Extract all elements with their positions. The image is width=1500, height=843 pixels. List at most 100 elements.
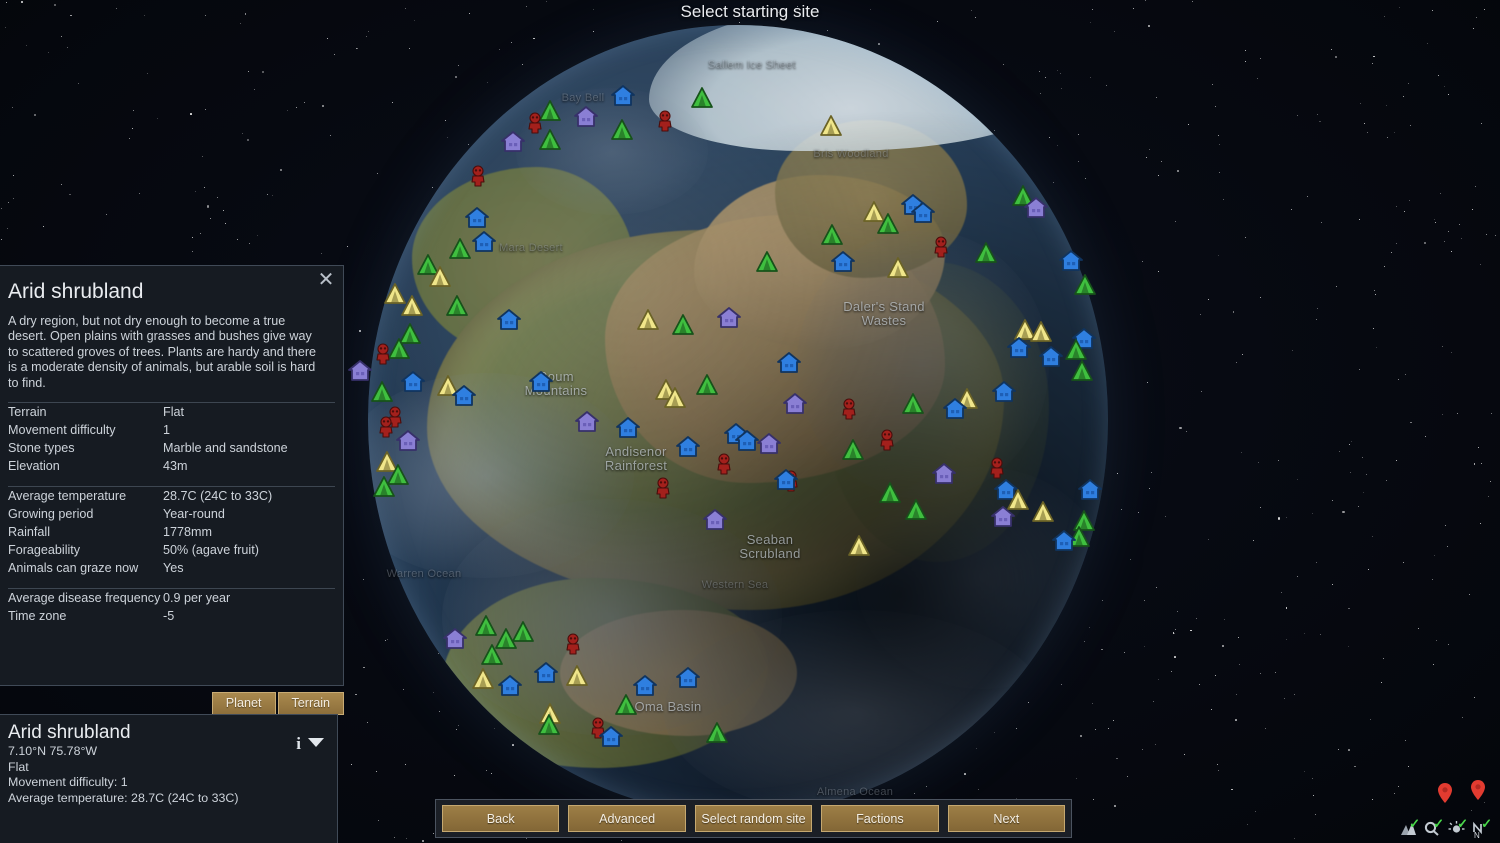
close-icon[interactable]: ✕ — [315, 270, 337, 292]
site-marker-camp[interactable] — [755, 250, 781, 274]
site-marker-camp[interactable] — [636, 308, 662, 332]
site-marker-settlement[interactable] — [1038, 345, 1064, 369]
site-marker-settlement[interactable] — [716, 306, 742, 330]
advanced-button[interactable]: Advanced — [568, 805, 686, 832]
site-marker-settlement[interactable] — [1077, 478, 1103, 502]
site-marker-settlement[interactable] — [931, 462, 957, 486]
site-marker-hostile[interactable] — [563, 633, 589, 657]
site-marker-hostile[interactable] — [373, 343, 399, 367]
site-marker-settlement[interactable] — [776, 351, 802, 375]
site-marker-settlement[interactable] — [497, 674, 523, 698]
star — [1395, 243, 1397, 245]
site-marker-settlement[interactable] — [528, 370, 554, 394]
chevron-down-icon[interactable] — [307, 735, 325, 753]
site-marker-settlement[interactable] — [910, 201, 936, 225]
tab-planet[interactable]: Planet — [211, 692, 276, 715]
site-marker-settlement[interactable] — [464, 206, 490, 230]
view-mode-tabs[interactable]: Planet Terrain — [0, 689, 344, 715]
scan-layer-toggle[interactable]: ✓ — [1424, 817, 1444, 839]
site-marker-settlement[interactable] — [942, 397, 968, 421]
site-marker-hostile[interactable] — [468, 165, 494, 189]
site-marker-settlement[interactable] — [991, 380, 1017, 404]
star — [199, 233, 201, 235]
next-button[interactable]: Next — [947, 805, 1066, 832]
site-marker-camp[interactable] — [1064, 338, 1090, 362]
site-marker-settlement[interactable] — [496, 308, 522, 332]
site-marker-settlement[interactable] — [451, 384, 477, 408]
site-marker-camp[interactable] — [370, 380, 396, 404]
site-marker-settlement[interactable] — [471, 230, 497, 254]
site-marker-camp[interactable] — [445, 294, 471, 318]
planet-surface[interactable] — [368, 25, 1108, 815]
site-marker-settlement[interactable] — [1006, 336, 1032, 360]
site-marker-settlement[interactable] — [1051, 529, 1077, 553]
tab-terrain[interactable]: Terrain — [277, 692, 344, 715]
site-marker-settlement[interactable] — [782, 392, 808, 416]
site-marker-settlement[interactable] — [573, 105, 599, 129]
site-marker-camp[interactable] — [820, 223, 846, 247]
site-marker-hostile[interactable] — [839, 398, 865, 422]
site-marker-camp[interactable] — [1031, 500, 1057, 524]
site-marker-camp[interactable] — [841, 438, 867, 462]
site-marker-settlement[interactable] — [1023, 196, 1049, 220]
site-marker-camp[interactable] — [614, 693, 640, 717]
north-toggle[interactable]: N ✓ — [1472, 817, 1492, 840]
site-marker-camp[interactable] — [974, 241, 1000, 265]
site-marker-camp[interactable] — [1070, 359, 1096, 383]
site-marker-camp[interactable] — [876, 212, 902, 236]
site-marker-settlement[interactable] — [990, 505, 1016, 529]
site-marker-camp[interactable] — [565, 664, 591, 688]
site-marker-settlement[interactable] — [1058, 249, 1084, 273]
site-marker-camp[interactable] — [610, 118, 636, 142]
site-marker-hostile[interactable] — [931, 236, 957, 260]
site-marker-settlement[interactable] — [533, 661, 559, 685]
light-layer-toggle[interactable]: ✓ — [1448, 817, 1468, 839]
site-marker-settlement[interactable] — [702, 508, 728, 532]
info-icon[interactable]: i — [296, 735, 301, 752]
site-marker-camp[interactable] — [690, 86, 716, 110]
factions-button[interactable]: Factions — [821, 805, 939, 832]
map-pin-icon[interactable] — [1471, 780, 1485, 805]
site-marker-camp[interactable] — [901, 392, 927, 416]
site-marker-camp[interactable] — [904, 498, 930, 522]
select-random-site-button[interactable]: Select random site — [694, 805, 813, 832]
site-marker-settlement[interactable] — [830, 250, 856, 274]
site-marker-camp[interactable] — [705, 721, 731, 745]
site-marker-camp[interactable] — [511, 620, 537, 644]
site-marker-settlement[interactable] — [442, 627, 468, 651]
site-marker-camp[interactable] — [663, 386, 689, 410]
site-marker-settlement[interactable] — [574, 410, 600, 434]
site-marker-camp[interactable] — [537, 713, 563, 737]
site-marker-settlement[interactable] — [615, 416, 641, 440]
back-button[interactable]: Back — [442, 805, 560, 832]
site-marker-camp[interactable] — [538, 128, 564, 152]
site-marker-camp[interactable] — [695, 373, 721, 397]
site-marker-hostile[interactable] — [655, 110, 681, 134]
site-marker-camp[interactable] — [372, 475, 398, 499]
site-marker-settlement[interactable] — [675, 435, 701, 459]
site-marker-camp[interactable] — [878, 481, 904, 505]
site-marker-camp[interactable] — [428, 265, 454, 289]
site-marker-settlement[interactable] — [610, 84, 636, 108]
site-marker-settlement[interactable] — [756, 432, 782, 456]
site-marker-settlement[interactable] — [500, 130, 526, 154]
site-marker-camp[interactable] — [1073, 273, 1099, 297]
site-marker-hostile[interactable] — [714, 453, 740, 477]
site-marker-camp[interactable] — [1029, 320, 1055, 344]
site-marker-camp[interactable] — [886, 256, 912, 280]
site-marker-camp[interactable] — [480, 643, 506, 667]
site-marker-camp[interactable] — [819, 114, 845, 138]
site-marker-settlement[interactable] — [773, 468, 799, 492]
site-marker-camp[interactable] — [847, 534, 873, 558]
planet-globe[interactable] — [368, 25, 1108, 815]
site-marker-hostile[interactable] — [653, 477, 679, 501]
map-pin-icon[interactable] — [1438, 783, 1452, 808]
site-marker-camp[interactable] — [471, 667, 497, 691]
terrain-layer-toggle[interactable]: ✓ — [1400, 817, 1420, 839]
site-marker-camp[interactable] — [671, 313, 697, 337]
site-marker-settlement[interactable] — [598, 725, 624, 749]
site-marker-camp[interactable] — [400, 294, 426, 318]
site-marker-hostile[interactable] — [877, 429, 903, 453]
site-marker-settlement[interactable] — [400, 370, 426, 394]
site-marker-settlement[interactable] — [675, 666, 701, 690]
